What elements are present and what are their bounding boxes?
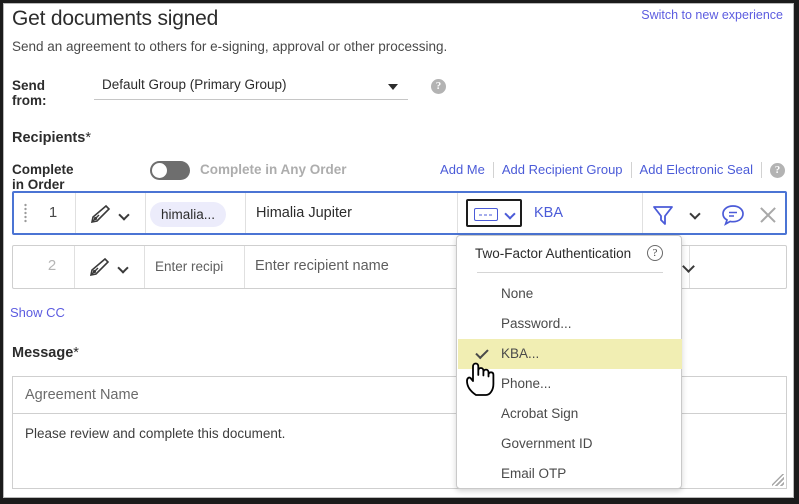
send-from-value: Default Group (Primary Group) bbox=[102, 77, 287, 92]
recipient-tools-cell bbox=[643, 193, 789, 233]
recipient-role-selector[interactable] bbox=[76, 193, 146, 233]
toggle-knob bbox=[152, 163, 167, 178]
add-electronic-seal-link[interactable]: Add Electronic Seal bbox=[632, 162, 762, 178]
page-title: Get documents signed bbox=[12, 7, 219, 30]
chevron-down-icon bbox=[117, 262, 129, 274]
caret-down-icon bbox=[388, 84, 398, 90]
recipient-row[interactable]: 1 himalia... Himalia Jupiter KBA bbox=[12, 191, 787, 235]
send-agreement-panel: Switch to new experience Get documents s… bbox=[3, 3, 794, 498]
menu-item-phone[interactable]: Phone... bbox=[458, 369, 682, 399]
resize-grip-icon[interactable] bbox=[772, 474, 784, 486]
two-factor-auth-button[interactable] bbox=[466, 199, 522, 227]
menu-item-label: None bbox=[501, 286, 534, 301]
auth-method-label: KBA bbox=[534, 205, 564, 221]
chevron-down-icon bbox=[118, 209, 130, 221]
message-section-title: Message* bbox=[12, 345, 79, 361]
recipient-index: 2 bbox=[47, 257, 57, 274]
row-handle-cell: 2 bbox=[13, 246, 75, 288]
menu-item-label: Email OTP bbox=[501, 466, 567, 481]
recipient-email-placeholder: Enter recipi bbox=[155, 259, 224, 274]
signature-pen-icon bbox=[89, 257, 110, 277]
completion-order-toggle[interactable] bbox=[150, 161, 190, 180]
funnel-icon[interactable] bbox=[651, 204, 675, 226]
dropdown-divider bbox=[477, 272, 663, 273]
menu-item-label: Acrobat Sign bbox=[501, 406, 579, 421]
menu-item-label: Password... bbox=[501, 316, 572, 331]
recipient-email-cell[interactable]: himalia... bbox=[146, 193, 246, 233]
menu-item-kba[interactable]: KBA... bbox=[458, 339, 682, 369]
chevron-down-icon[interactable] bbox=[689, 208, 701, 220]
recipient-auth-cell: KBA bbox=[458, 193, 643, 233]
menu-item-label: Government ID bbox=[501, 436, 593, 451]
help-icon[interactable]: ? bbox=[770, 163, 785, 178]
message-body-text: Please review and complete this document… bbox=[25, 426, 286, 441]
agreement-name-placeholder: Agreement Name bbox=[25, 387, 139, 403]
required-asterisk: * bbox=[85, 130, 91, 146]
required-asterisk: * bbox=[73, 345, 79, 361]
complete-in-order-label: Complete in Order bbox=[12, 162, 74, 192]
menu-item-none[interactable]: None bbox=[458, 279, 682, 309]
recipients-section-title: Recipients* bbox=[12, 130, 91, 146]
chevron-down-icon bbox=[504, 208, 516, 220]
signature-pen-icon bbox=[90, 204, 111, 224]
recipient-role-selector[interactable] bbox=[75, 246, 145, 288]
recipient-actions: Add Me Add Recipient Group Add Electroni… bbox=[432, 162, 785, 180]
add-me-link[interactable]: Add Me bbox=[432, 162, 494, 178]
recipient-email-input[interactable]: Enter recipi bbox=[145, 246, 245, 288]
recipient-name-value: Himalia Jupiter bbox=[256, 205, 352, 221]
chat-bubble-icon[interactable] bbox=[721, 204, 745, 226]
dropdown-header-label: Two-Factor Authentication bbox=[475, 246, 632, 261]
add-recipient-group-link[interactable]: Add Recipient Group bbox=[494, 162, 632, 178]
row-handle-cell: 1 bbox=[14, 193, 76, 233]
dropdown-header: Two-Factor Authentication ? bbox=[457, 236, 681, 272]
recipient-name-placeholder: Enter recipient name bbox=[255, 258, 389, 274]
drag-handle-icon[interactable] bbox=[24, 203, 27, 223]
menu-item-password[interactable]: Password... bbox=[458, 309, 682, 339]
page-subtitle: Send an agreement to others for e-signin… bbox=[12, 39, 448, 54]
help-icon[interactable]: ? bbox=[431, 79, 446, 94]
two-factor-code-icon bbox=[474, 208, 498, 221]
menu-item-government-id[interactable]: Government ID bbox=[458, 429, 682, 459]
recipients-label: Recipients bbox=[12, 130, 86, 146]
switch-to-new-experience-link[interactable]: Switch to new experience bbox=[641, 8, 783, 22]
menu-item-acrobat-sign[interactable]: Acrobat Sign bbox=[458, 399, 682, 429]
recipient-index: 1 bbox=[48, 204, 58, 221]
menu-item-label: Phone... bbox=[501, 376, 552, 391]
complete-in-any-order-label: Complete in Any Order bbox=[200, 162, 347, 177]
help-icon[interactable]: ? bbox=[647, 245, 663, 261]
close-x-icon[interactable] bbox=[757, 204, 779, 226]
menu-item-label: KBA... bbox=[501, 346, 540, 361]
recipient-email-chip[interactable]: himalia... bbox=[150, 202, 227, 227]
message-label: Message bbox=[12, 345, 74, 361]
send-from-label: Send from: bbox=[12, 78, 47, 108]
recipient-name-cell[interactable]: Himalia Jupiter bbox=[246, 193, 458, 233]
menu-item-email-otp[interactable]: Email OTP bbox=[458, 459, 682, 489]
send-from-select[interactable]: Default Group (Primary Group) bbox=[94, 74, 408, 100]
check-icon bbox=[475, 345, 489, 360]
show-cc-link[interactable]: Show CC bbox=[10, 305, 65, 320]
two-factor-auth-dropdown: Two-Factor Authentication ? None Passwor… bbox=[456, 235, 682, 489]
